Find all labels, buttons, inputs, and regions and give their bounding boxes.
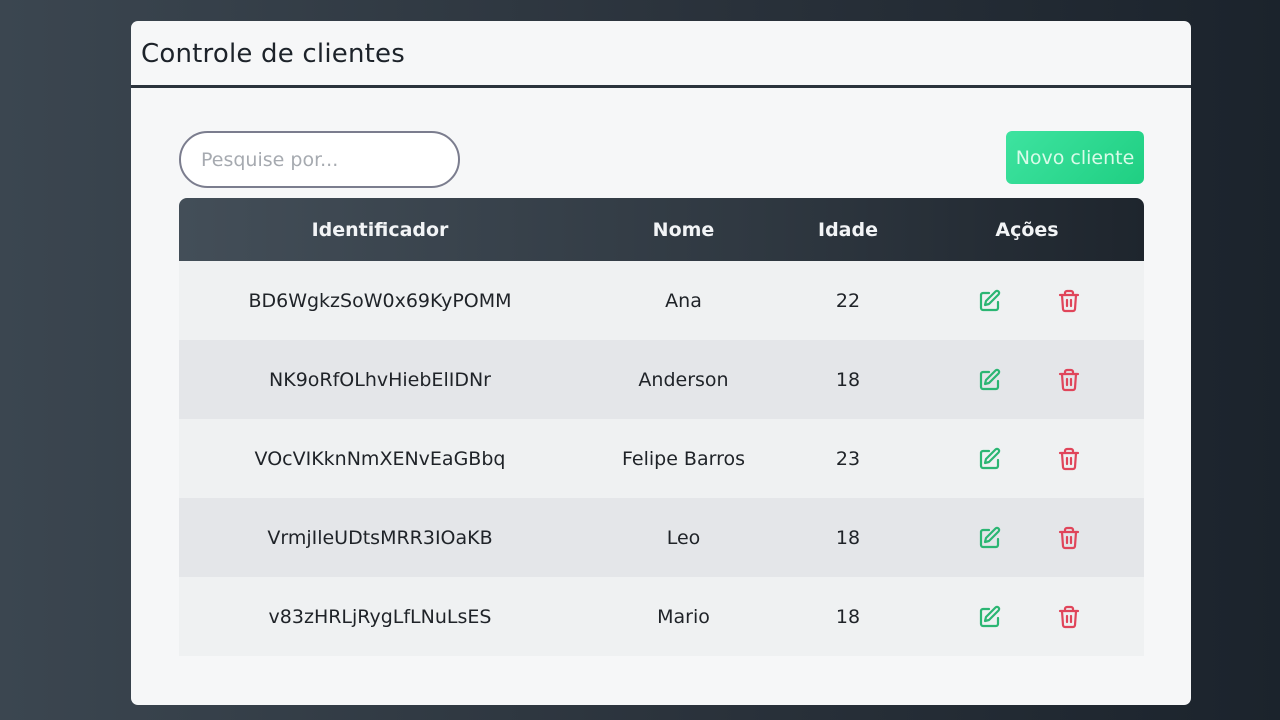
- page-title: Controle de clientes: [141, 39, 405, 69]
- trash-icon[interactable]: [1056, 525, 1082, 551]
- cell-identifier: VrmjIleUDtsMRR3IOaKB: [267, 526, 493, 549]
- table-header-row: Identificador Nome Idade Ações: [179, 198, 1144, 261]
- edit-icon[interactable]: [977, 288, 1003, 314]
- cell-identifier: VOcVIKknNmXENvEaGBbq: [254, 447, 506, 470]
- cell-actions: [910, 498, 1144, 577]
- clients-table: Identificador Nome Idade Ações BD6WgkzSo…: [179, 198, 1144, 656]
- cell-age: 18: [835, 605, 861, 628]
- cell-age: 18: [835, 526, 861, 549]
- table-row: NK9oRfOLhvHiebElIDNr Anderson 18: [179, 340, 1144, 419]
- cell-name: Mario: [657, 605, 710, 628]
- cell-identifier: v83zHRLjRygLfLNuLsES: [268, 605, 492, 628]
- trash-icon[interactable]: [1056, 446, 1082, 472]
- edit-icon[interactable]: [977, 446, 1003, 472]
- table-row: VOcVIKknNmXENvEaGBbq Felipe Barros 23: [179, 419, 1144, 498]
- cell-name: Anderson: [638, 368, 729, 391]
- cell-age: 22: [835, 289, 861, 312]
- cell-name: Ana: [665, 289, 702, 312]
- trash-icon[interactable]: [1056, 288, 1082, 314]
- table-row: BD6WgkzSoW0x69KyPOMM Ana 22: [179, 261, 1144, 340]
- table-row: VrmjIleUDtsMRR3IOaKB Leo 18: [179, 498, 1144, 577]
- cell-actions: [910, 419, 1144, 498]
- cell-identifier: NK9oRfOLhvHiebElIDNr: [269, 368, 491, 391]
- cell-actions: [910, 340, 1144, 419]
- table-row: v83zHRLjRygLfLNuLsES Mario 18: [179, 577, 1144, 656]
- column-header-name: Nome: [652, 218, 715, 241]
- edit-icon[interactable]: [977, 525, 1003, 551]
- search-input[interactable]: [179, 131, 460, 188]
- card-header: Controle de clientes: [131, 21, 1191, 88]
- edit-icon[interactable]: [977, 367, 1003, 393]
- trash-icon[interactable]: [1056, 604, 1082, 630]
- toolbar: Novo cliente: [179, 131, 1144, 189]
- cell-name: Leo: [666, 526, 701, 549]
- trash-icon[interactable]: [1056, 367, 1082, 393]
- cell-age: 18: [835, 368, 861, 391]
- cell-identifier: BD6WgkzSoW0x69KyPOMM: [248, 289, 512, 312]
- clients-card: Controle de clientes Novo cliente Identi…: [131, 21, 1191, 705]
- cell-actions: [910, 261, 1144, 340]
- edit-icon[interactable]: [977, 604, 1003, 630]
- cell-name: Felipe Barros: [622, 447, 745, 470]
- new-client-button[interactable]: Novo cliente: [1006, 131, 1144, 184]
- column-header-age: Idade: [818, 218, 878, 241]
- cell-age: 23: [835, 447, 861, 470]
- cell-actions: [910, 577, 1144, 656]
- column-header-identifier: Identificador: [311, 218, 449, 241]
- column-header-actions: Ações: [995, 218, 1059, 241]
